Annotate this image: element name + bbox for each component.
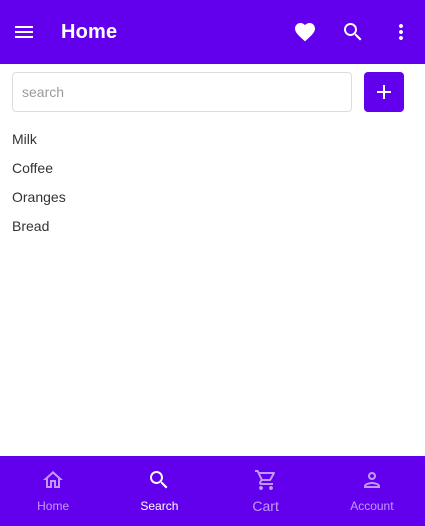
menu-icon: [15, 26, 33, 38]
more-vertical-icon: [399, 24, 403, 40]
nav-label: Search: [140, 499, 179, 513]
list-item[interactable]: Oranges: [12, 183, 66, 212]
menu-button[interactable]: [12, 20, 36, 44]
item-list: Milk Coffee Oranges Bread: [12, 125, 66, 241]
cart-icon: [254, 470, 275, 490]
add-item-button[interactable]: [364, 72, 404, 112]
search-input[interactable]: [12, 72, 352, 112]
list-item[interactable]: Bread: [12, 212, 66, 241]
nav-item-search[interactable]: Search: [106, 456, 212, 526]
account-icon: [363, 472, 380, 488]
heart-icon: [295, 23, 315, 42]
search-icon: [150, 471, 168, 489]
page-title: Home: [61, 21, 118, 43]
list-item[interactable]: Coffee: [12, 154, 66, 183]
nav-label: Home: [37, 499, 70, 513]
appbar-search-button[interactable]: [341, 20, 365, 44]
plus-icon: [377, 85, 391, 99]
home-icon: [43, 471, 64, 488]
app-bar: Home: [0, 0, 425, 64]
search-icon: [344, 23, 362, 41]
favorites-button[interactable]: [293, 20, 317, 44]
nav-item-cart[interactable]: Cart: [213, 456, 319, 526]
nav-label: Account: [350, 499, 394, 513]
nav-item-account[interactable]: Account: [319, 456, 425, 526]
nav-label: Cart: [252, 498, 279, 514]
search-row: [12, 72, 404, 112]
list-item[interactable]: Milk: [12, 125, 66, 154]
bottom-navigation: Home Search Cart Account: [0, 456, 425, 526]
more-options-button[interactable]: [389, 20, 413, 44]
nav-item-home[interactable]: Home: [0, 456, 106, 526]
